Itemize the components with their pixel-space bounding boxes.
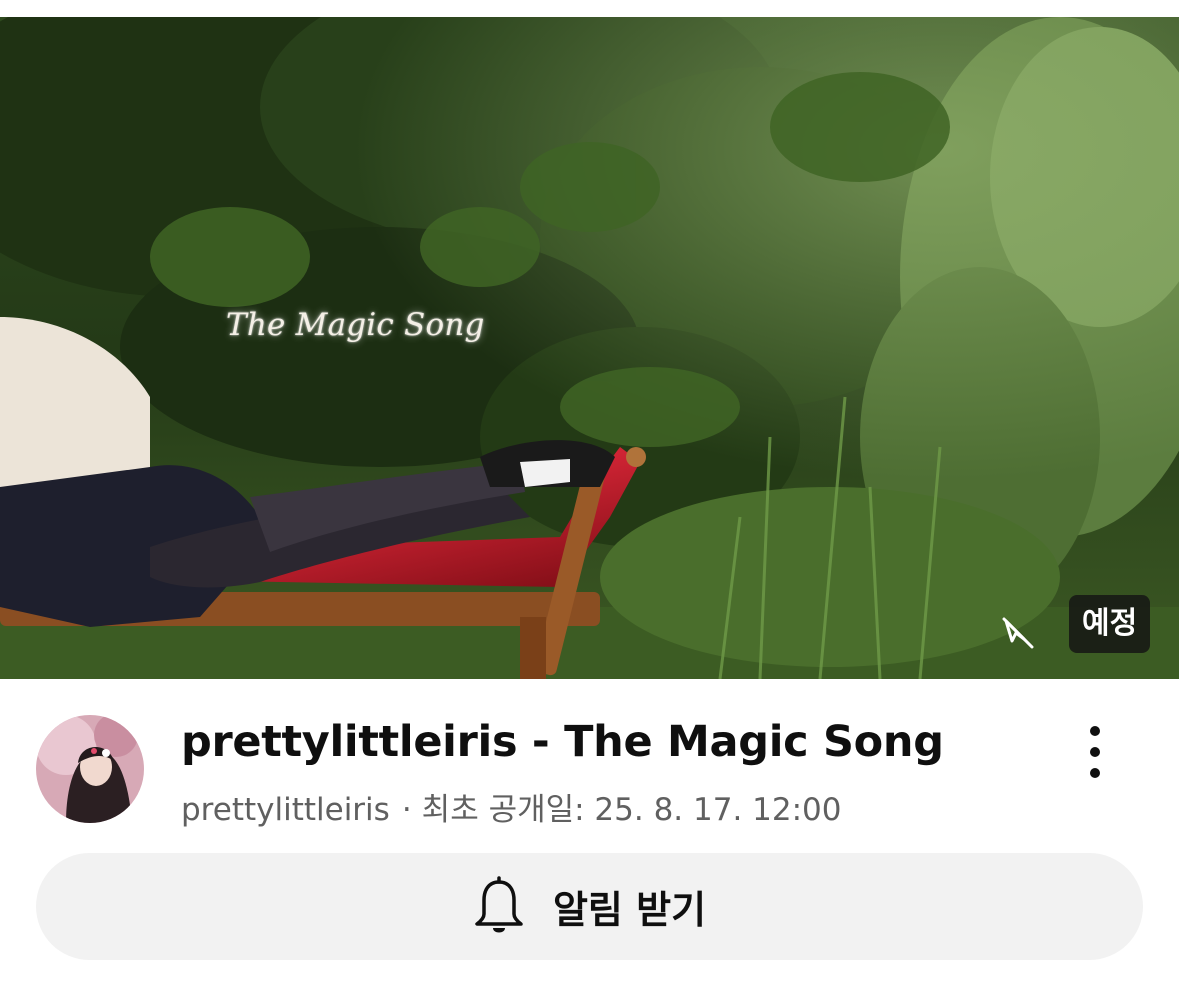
thumbnail-overlay-title: The Magic Song	[226, 307, 485, 343]
link-off-icon	[1002, 617, 1034, 649]
premiere-date: 최초 공개일: 25. 8. 17. 12:00	[421, 792, 842, 828]
channel-avatar[interactable]	[36, 715, 144, 823]
channel-name[interactable]: prettylittleiris	[181, 792, 390, 828]
video-thumbnail[interactable]: The Magic Song 예정	[0, 17, 1179, 679]
more-vertical-icon-dot	[1090, 768, 1100, 778]
more-options-button[interactable]	[1072, 720, 1118, 784]
avatar-image	[36, 715, 144, 823]
meta-separator: ·	[401, 792, 412, 828]
video-card: The Magic Song 예정 prettylittleiris - The…	[0, 0, 1179, 990]
bell-icon	[475, 875, 523, 932]
video-meta: prettylittleiris · 최초 공개일: 25. 8. 17. 12:0…	[181, 784, 842, 829]
more-vertical-icon-dot	[1090, 747, 1100, 757]
notify-me-button[interactable]: 알림 받기	[36, 853, 1143, 960]
notify-button-label: 알림 받기	[552, 888, 707, 932]
more-vertical-icon	[1090, 726, 1100, 736]
thumbnail-image	[0, 17, 1179, 679]
video-title[interactable]: prettylittleiris - The Magic Song	[181, 717, 944, 767]
scheduled-badge: 예정	[1069, 595, 1151, 653]
